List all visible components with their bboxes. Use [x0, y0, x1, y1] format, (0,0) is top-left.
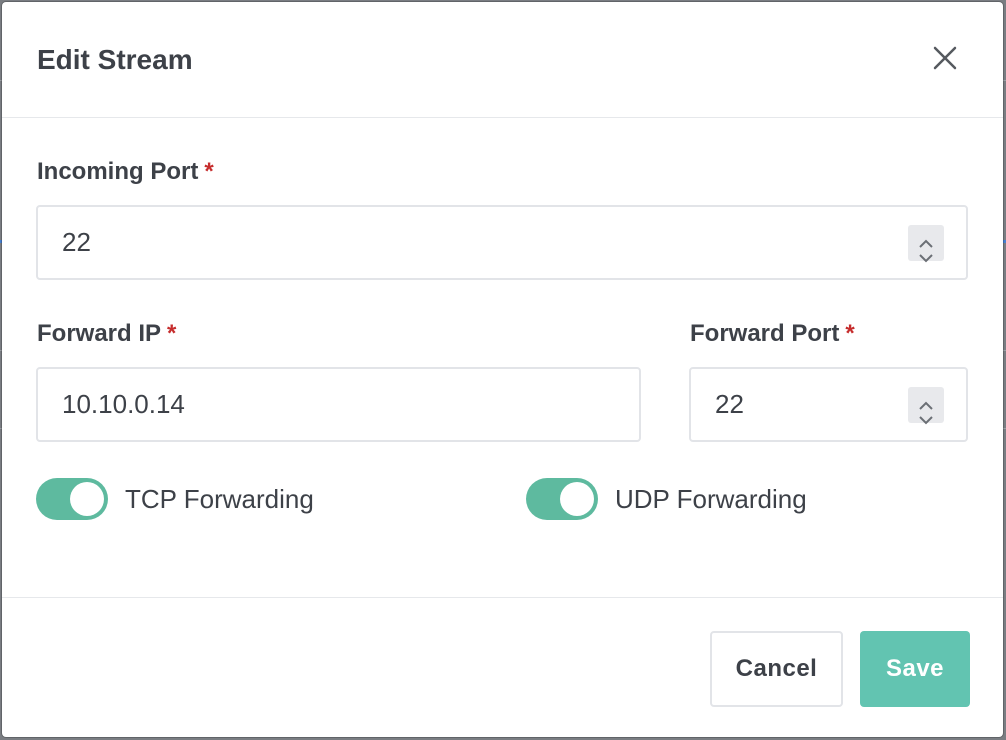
close-icon	[933, 46, 957, 70]
forward-ip-value: 10.10.0.14	[62, 389, 185, 419]
incoming-port-value: 22	[62, 227, 91, 257]
stepper-arrows-icon	[919, 401, 933, 425]
incoming-port-label: Incoming Port *	[37, 158, 214, 186]
forward-port-stepper[interactable]	[908, 387, 944, 425]
forward-ip-label-text: Forward IP	[37, 320, 162, 347]
toggle-knob	[560, 482, 594, 516]
forward-port-value: 22	[715, 389, 744, 419]
udp-forwarding-toggle[interactable]	[526, 478, 598, 520]
required-mark: *	[167, 320, 177, 347]
tcp-forwarding-row: TCP Forwarding	[36, 478, 314, 520]
dialog-title: Edit Stream	[37, 44, 193, 75]
dialog-header: Edit Stream	[2, 2, 1003, 118]
required-mark: *	[204, 158, 214, 185]
tcp-forwarding-label: TCP Forwarding	[125, 483, 314, 514]
forward-ip-label: Forward IP *	[37, 320, 176, 348]
required-mark: *	[845, 320, 855, 347]
incoming-port-stepper[interactable]	[908, 225, 944, 263]
udp-forwarding-row: UDP Forwarding	[526, 478, 807, 520]
stepper-arrows-icon	[919, 239, 933, 263]
save-button[interactable]: Save	[860, 631, 970, 707]
footer-divider	[2, 597, 1003, 598]
forward-ip-input[interactable]: 10.10.0.14	[36, 367, 641, 442]
forward-port-input[interactable]: 22	[689, 367, 968, 442]
cancel-button[interactable]: Cancel	[710, 631, 843, 707]
incoming-port-input[interactable]: 22	[36, 205, 968, 280]
forward-port-label-text: Forward Port	[690, 320, 840, 347]
incoming-port-label-text: Incoming Port	[37, 158, 199, 185]
edit-stream-dialog: Edit Stream Incoming Port * 22 Forward IP…	[2, 2, 1003, 737]
forward-port-label: Forward Port *	[690, 320, 855, 348]
udp-forwarding-label: UDP Forwarding	[615, 483, 807, 514]
toggle-knob	[70, 482, 104, 516]
close-button[interactable]	[929, 42, 961, 74]
tcp-forwarding-toggle[interactable]	[36, 478, 108, 520]
